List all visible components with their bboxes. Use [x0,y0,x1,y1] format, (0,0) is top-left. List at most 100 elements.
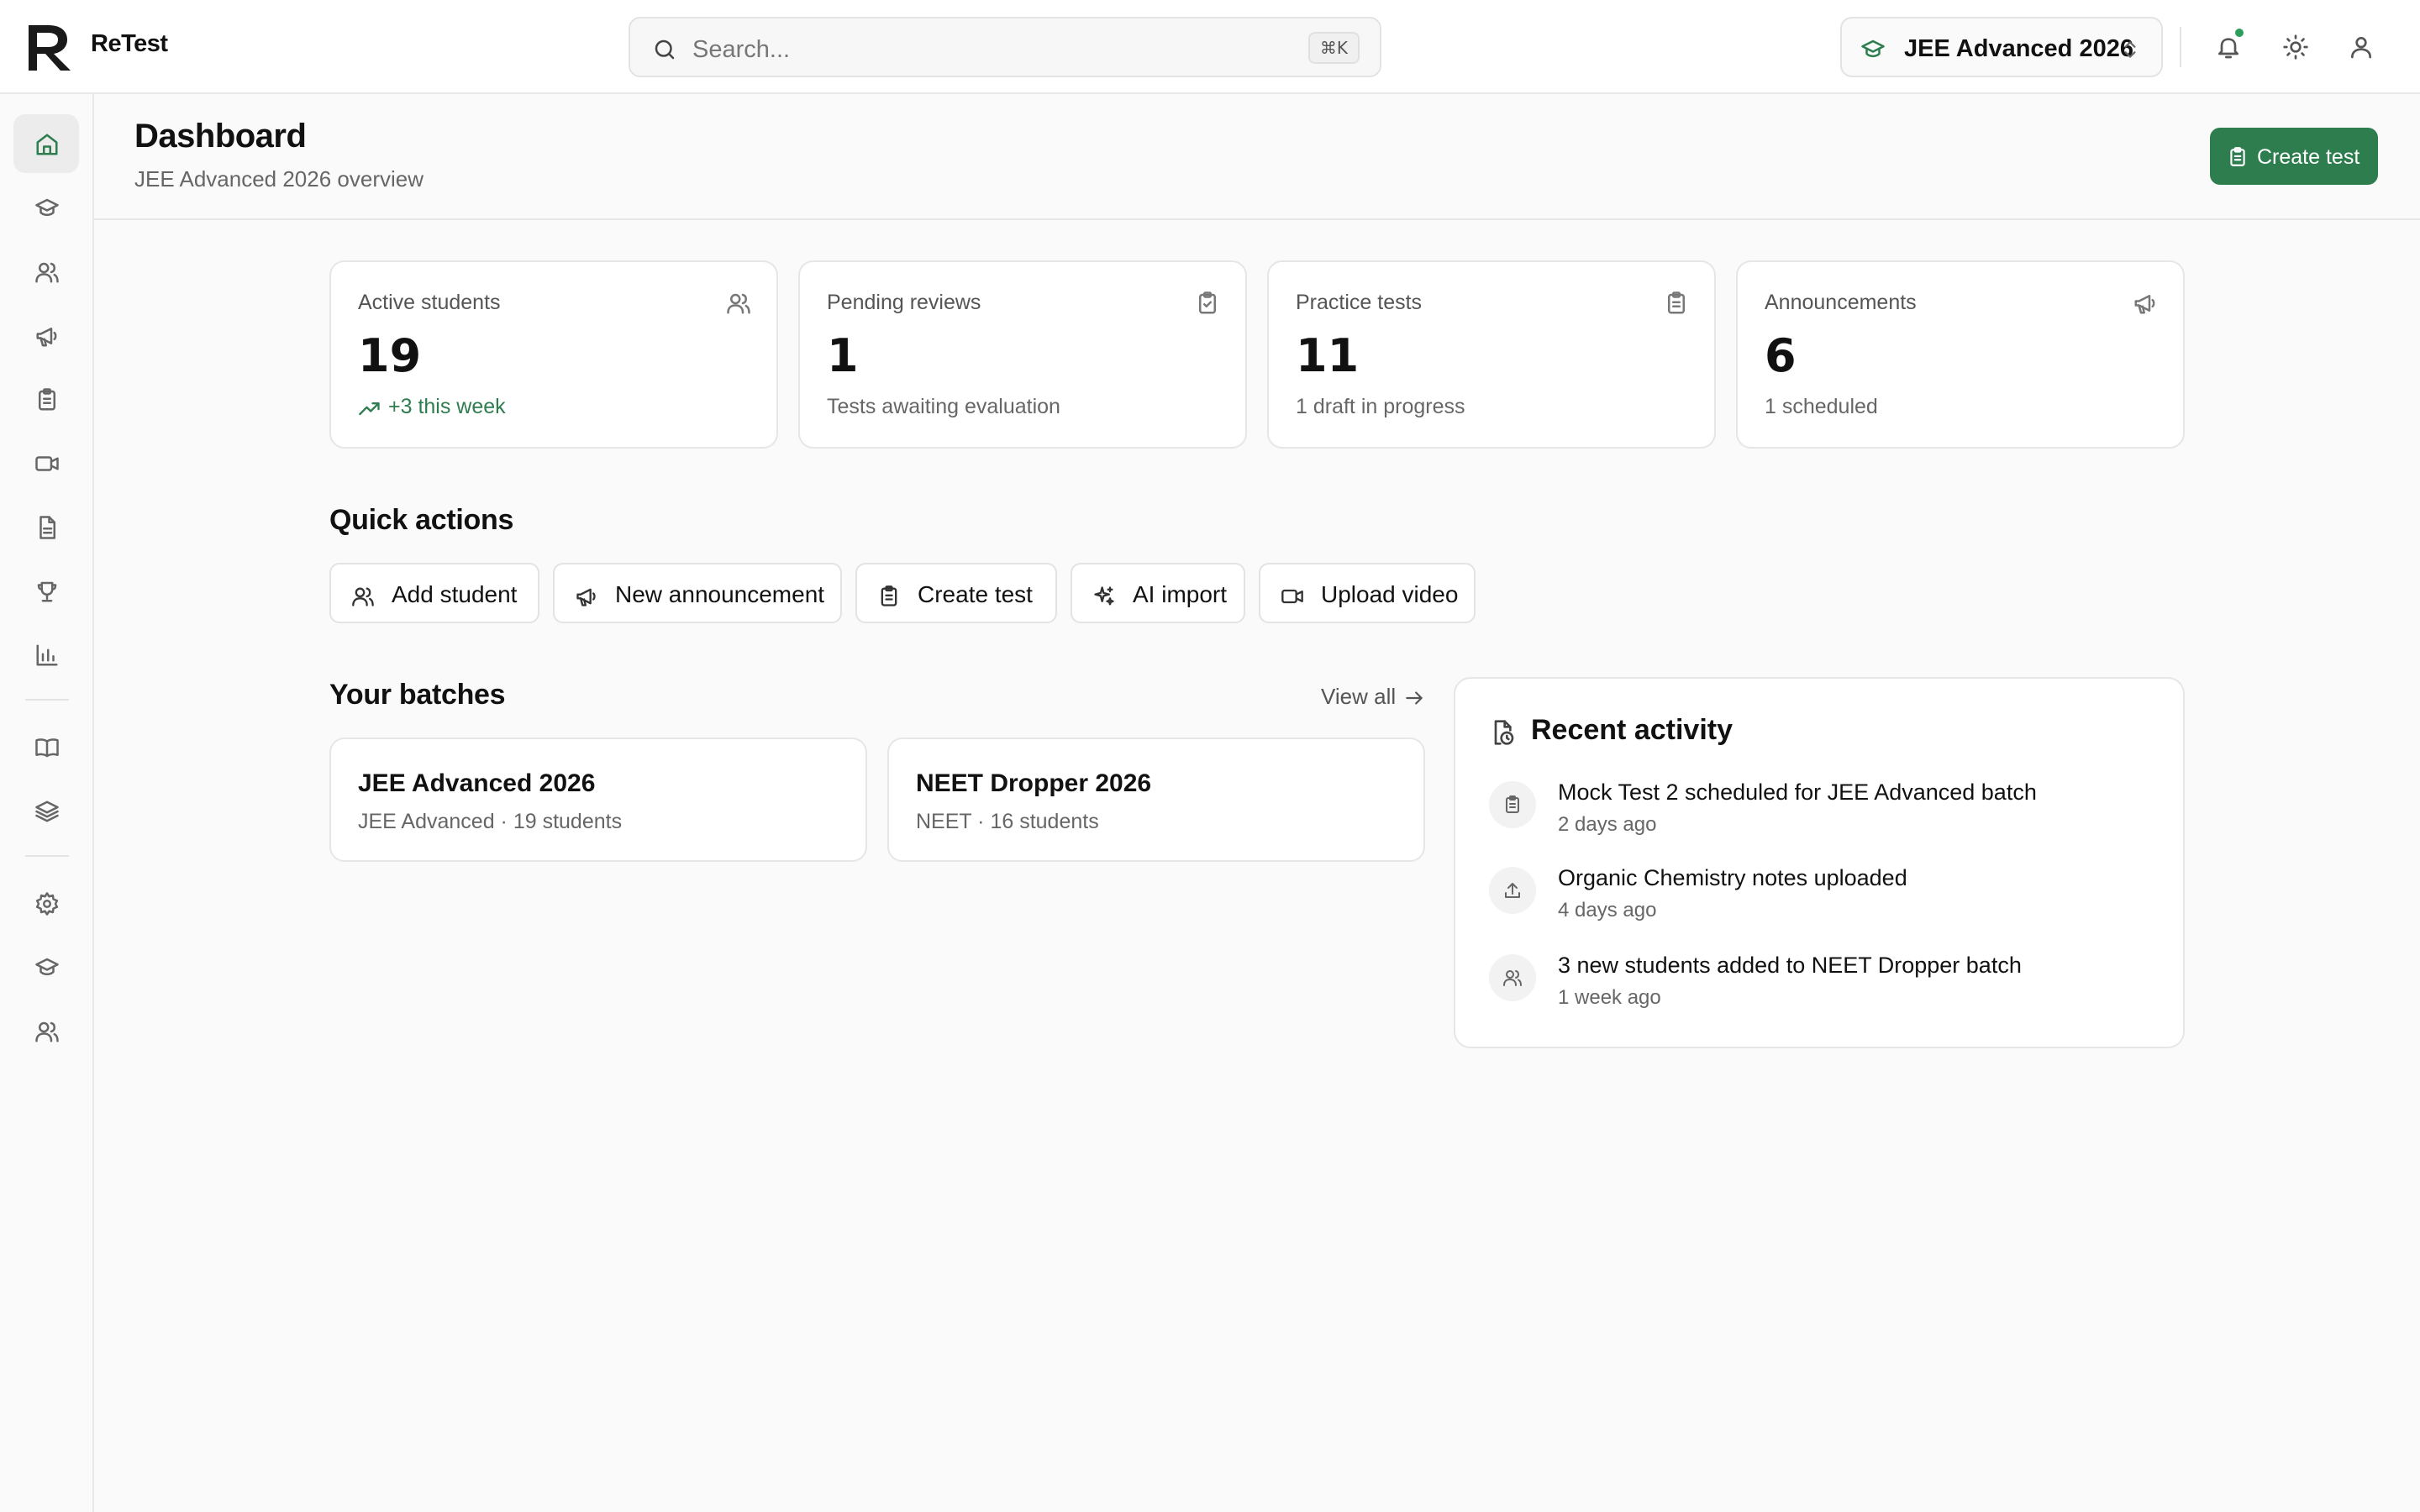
theme-toggle-button[interactable] [2272,24,2319,71]
ai-import-label: AI import [1133,581,1228,607]
sidebar-item-notes[interactable] [13,497,79,556]
new-announcement-label: New announcement [615,581,825,607]
stat-card-active-students[interactable]: Active students 19 +3 this week [329,260,778,449]
activity-time: 4 days ago [1558,899,1657,921]
sidebar-item-team[interactable] [13,1001,79,1060]
sidebar-item-tests[interactable] [13,370,79,428]
stat-card-announcements[interactable]: Announcements 6 1 scheduled [1736,260,2185,449]
quick-create-test-label: Create test [918,581,1033,607]
stat-value: 19 [358,329,422,382]
upload-video-button[interactable]: Upload video [1259,563,1476,623]
search-icon [655,39,675,60]
add-student-button[interactable]: Add student [329,563,539,623]
notifications-button[interactable] [2205,24,2252,71]
sidebar-item-analytics[interactable] [13,625,79,684]
stat-value: 1 [827,329,859,382]
sidebar-item-batches[interactable] [13,178,79,237]
megaphone-icon [2134,295,2155,314]
stat-sub: +3 this week [388,395,506,418]
clipboard-check-icon [1199,291,1216,314]
megaphone-icon [36,328,57,347]
stat-label: Active students [358,291,501,314]
activity-text: Mock Test 2 scheduled for JEE Advanced b… [1558,780,2037,805]
stat-card-pending-reviews[interactable]: Pending reviews 1 Tests awaiting evaluat… [798,260,1247,449]
batch-name: JEE Advanced 2026 [358,769,596,797]
sparkles-icon [1094,586,1114,606]
sidebar-item-library[interactable] [13,717,79,776]
top-bar: ReTest Search... ⌘K JEE Advanced 2026 [0,0,2420,94]
layers-icon [35,801,59,822]
profile-button[interactable] [2338,24,2385,71]
stat-card-practice-tests[interactable]: Practice tests 11 1 draft in progress [1267,260,1716,449]
home-icon [36,134,58,155]
stat-label: Pending reviews [827,291,981,314]
graduation-cap-icon [35,198,59,217]
page-title: Dashboard [134,118,307,155]
trending-up-icon [359,402,380,416]
recent-activity-title: Recent activity [1531,714,1733,746]
graduation-cap-icon [1861,39,1885,58]
gear-icon [35,892,59,916]
sidebar-item-home[interactable] [13,114,79,173]
sidebar-item-institute[interactable] [13,937,79,996]
activity-item: Mock Test 2 scheduled for JEE Advanced b… [1489,780,2153,847]
sidebar-item-leaderboard[interactable] [13,561,79,620]
batch-selector[interactable]: JEE Advanced 2026 [1840,17,2163,77]
sidebar [0,94,94,1512]
activity-text: Organic Chemistry notes uploaded [1558,865,1907,890]
users-icon [727,293,750,314]
search-input[interactable]: Search... ⌘K [629,17,1381,77]
sidebar-item-videos[interactable] [13,433,79,492]
stat-sub: 1 draft in progress [1296,395,1465,418]
stat-label: Practice tests [1296,291,1423,314]
file-clock-icon [1494,720,1514,745]
notification-dot [2233,27,2245,39]
clipboard-icon [1668,291,1685,314]
stat-value: 11 [1296,329,1360,382]
stat-label: Announcements [1765,291,1917,314]
view-all-link[interactable]: View all [1321,684,1396,710]
upload-icon [1505,883,1520,898]
create-test-button[interactable]: Create test [2210,128,2378,185]
page-header: Dashboard JEE Advanced 2026 overview Cre… [94,94,2420,220]
activity-time: 1 week ago [1558,986,1661,1009]
new-announcement-button[interactable]: New announcement [553,563,842,623]
quick-create-test-button[interactable]: Create test [855,563,1057,623]
quick-actions-title: Quick actions [329,504,514,536]
activity-icon-wrap [1489,781,1536,828]
batch-card[interactable]: JEE Advanced 2026 JEE Advanced · 19 stud… [329,738,867,862]
page-subtitle: JEE Advanced 2026 overview [134,166,424,192]
sidebar-item-settings[interactable] [13,874,79,932]
book-open-icon [35,738,59,758]
sun-icon [2283,34,2308,60]
upload-video-label: Upload video [1321,581,1459,607]
clipboard-icon [2230,147,2245,166]
megaphone-icon [576,588,596,606]
batch-selector-label: JEE Advanced 2026 [1904,35,2133,62]
clipboard-icon [1506,795,1519,813]
clipboard-icon [881,585,897,606]
activity-item: Organic Chemistry notes uploaded 4 days … [1489,865,2153,932]
video-icon [35,456,59,471]
activity-text: 3 new students added to NEET Dropper bat… [1558,953,2022,978]
stat-sub: 1 scheduled [1765,395,1878,418]
sidebar-item-announcements[interactable] [13,306,79,365]
bar-chart-icon [36,644,58,666]
sidebar-item-students[interactable] [13,242,79,301]
your-batches-title: Your batches [329,679,506,711]
sidebar-item-question-bank[interactable] [13,781,79,840]
activity-icon-wrap [1489,867,1536,914]
batch-card[interactable]: NEET Dropper 2026 NEET · 16 students [887,738,1425,862]
graduation-cap-icon [35,958,59,976]
retest-logo[interactable] [25,22,74,72]
activity-icon-wrap [1489,954,1536,1001]
users-icon [35,1021,59,1042]
ai-import-button[interactable]: AI import [1071,563,1245,623]
batch-meta: NEET · 16 students [916,810,1099,833]
arrow-right-icon[interactable] [1403,687,1425,709]
sidebar-divider [25,699,69,701]
sidebar-divider [25,855,69,857]
users-icon [352,587,374,606]
stat-sub: Tests awaiting evaluation [827,395,1060,418]
trophy-icon [37,581,57,602]
